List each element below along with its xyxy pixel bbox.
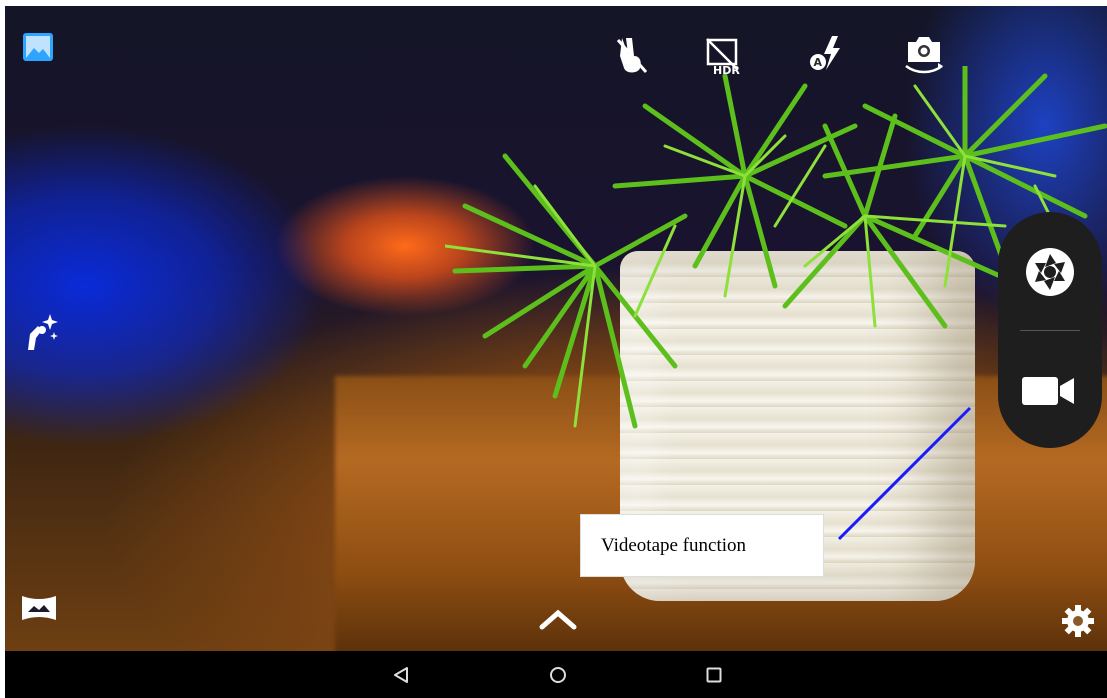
recents-icon[interactable] bbox=[705, 666, 723, 684]
gear-icon[interactable] bbox=[1061, 604, 1095, 638]
chevron-up-icon[interactable] bbox=[538, 605, 578, 631]
video-camera-icon[interactable] bbox=[1020, 374, 1080, 408]
capture-mode-panel bbox=[998, 212, 1102, 448]
gallery-icon[interactable] bbox=[21, 31, 55, 63]
navigation-bar bbox=[5, 651, 1107, 698]
beauty-icon[interactable] bbox=[20, 312, 60, 352]
annotation-text: Videotape function bbox=[601, 534, 747, 556]
panorama-icon[interactable] bbox=[20, 594, 58, 622]
switch-camera-icon[interactable] bbox=[902, 34, 946, 74]
camera-viewfinder bbox=[5, 6, 1107, 651]
back-icon[interactable] bbox=[392, 666, 410, 684]
annotation-pointer-line bbox=[837, 406, 972, 541]
svg-text:HDR: HDR bbox=[713, 64, 740, 76]
capture-divider bbox=[1020, 330, 1080, 331]
flash-auto-icon[interactable]: A bbox=[806, 34, 846, 74]
annotation-label: Videotape function bbox=[580, 514, 824, 577]
home-icon[interactable] bbox=[549, 666, 567, 684]
svg-text:A: A bbox=[814, 56, 823, 69]
hdr-off-icon[interactable]: HDR bbox=[703, 36, 747, 77]
gesture-icon[interactable] bbox=[612, 34, 652, 76]
shutter-icon[interactable] bbox=[1023, 245, 1077, 299]
